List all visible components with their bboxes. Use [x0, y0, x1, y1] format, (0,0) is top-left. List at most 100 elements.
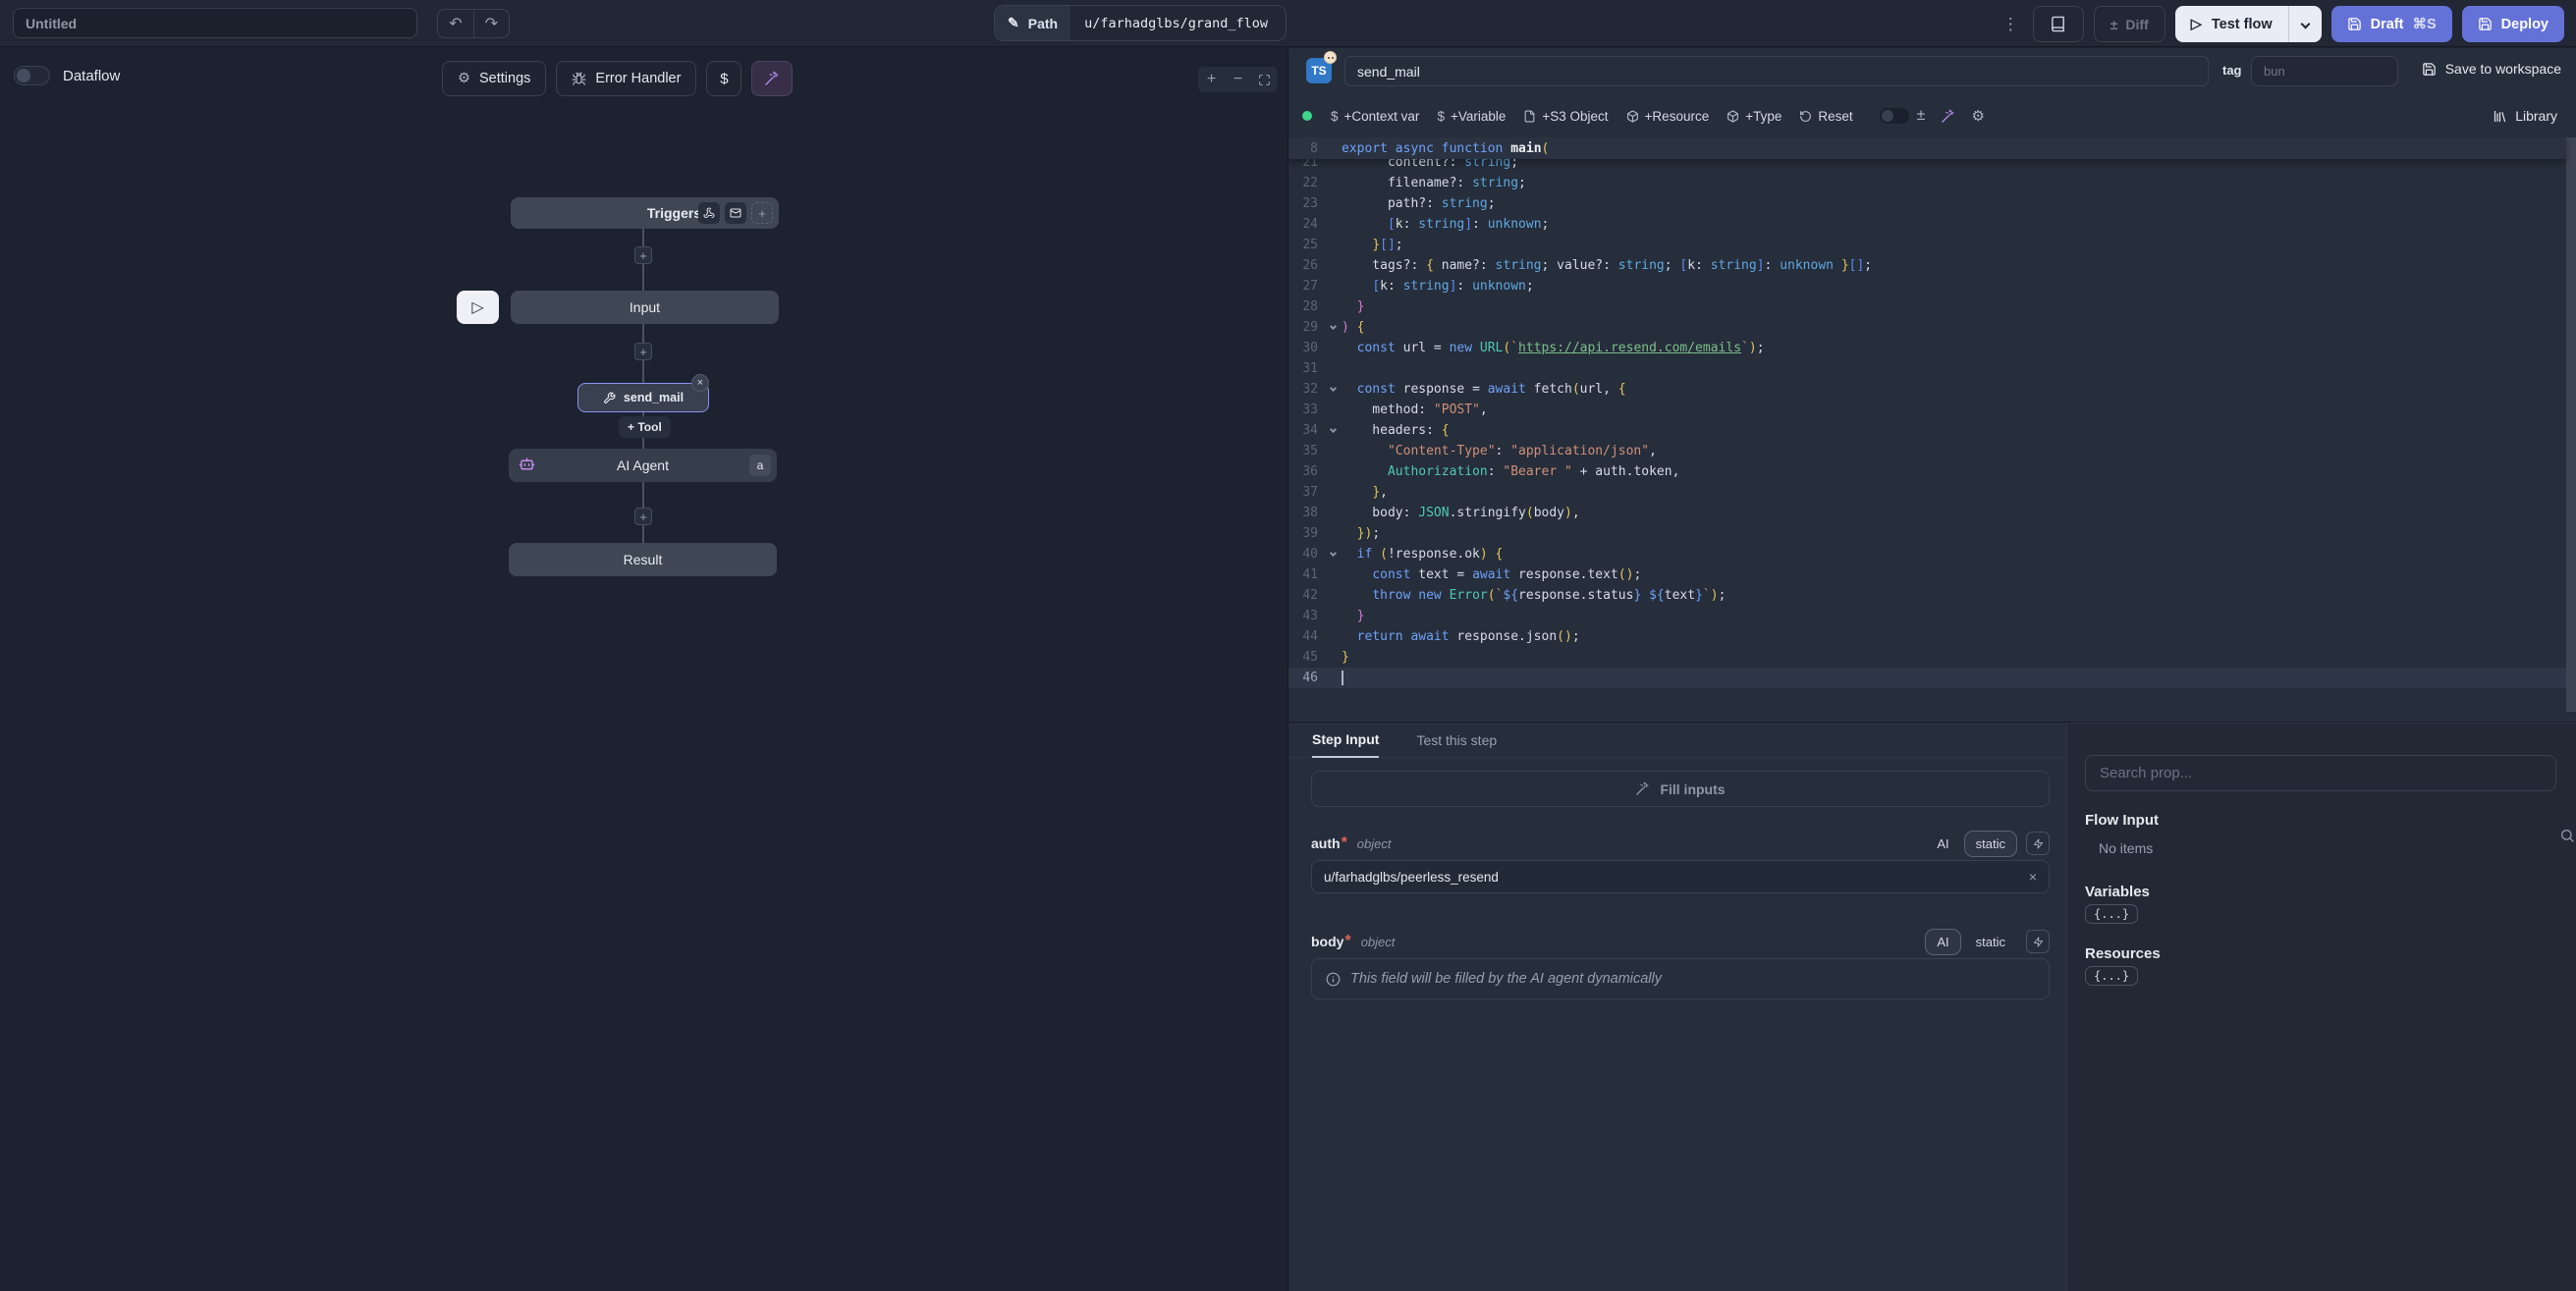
code-line-24[interactable]: 24 [k: string]: unknown; — [1288, 214, 2576, 235]
run-from-input-button[interactable]: ▷ — [457, 291, 499, 324]
connect-input-button[interactable] — [2026, 930, 2050, 953]
fold-chevron-icon[interactable] — [1329, 425, 1336, 432]
code-line-43[interactable]: 43 } — [1288, 606, 2576, 626]
add-trigger-button[interactable]: + — [751, 202, 773, 224]
code-line-30[interactable]: 30 const url = new URL(`https://api.rese… — [1288, 338, 2576, 358]
body-mode-static[interactable]: static — [1964, 929, 2017, 955]
fold-chevron-icon[interactable] — [1329, 384, 1336, 391]
code-line-27[interactable]: 27 [k: string]: unknown; — [1288, 276, 2576, 296]
flow-canvas[interactable]: Dataflow ⚙ Settings Error Handler $ + − … — [0, 48, 1287, 1291]
tab-test-this-step[interactable]: Test this step — [1416, 723, 1497, 758]
add-tool-label: + Tool — [628, 420, 662, 434]
sticky-scroll-line[interactable]: 8 export async function main( — [1288, 137, 2566, 159]
code-line-46[interactable]: 46 — [1288, 668, 2576, 688]
variables-chip[interactable]: {...} — [2085, 904, 2138, 924]
context-var-button[interactable]: $ — [706, 61, 741, 96]
insert-step-button[interactable]: + — [634, 343, 652, 360]
step-name-input[interactable] — [1344, 56, 2209, 86]
editor-setting-toggle[interactable] — [1880, 108, 1909, 124]
draft-button[interactable]: Draft ⌘S — [2331, 6, 2452, 42]
code-line-45[interactable]: 45} — [1288, 647, 2576, 668]
code-line-42[interactable]: 42 throw new Error(`${response.status} $… — [1288, 585, 2576, 606]
code-line-38[interactable]: 38 body: JSON.stringify(body), — [1288, 503, 2576, 523]
fill-inputs-button[interactable]: Fill inputs — [1311, 771, 2050, 807]
settings-button[interactable]: ⚙ Settings — [442, 61, 546, 96]
email-trigger-button[interactable] — [725, 202, 746, 224]
docs-button[interactable] — [2033, 6, 2084, 42]
code-line-28[interactable]: 28 } — [1288, 296, 2576, 317]
add-variable-button[interactable]: $+Variable — [1428, 103, 1514, 130]
zoom-in-button[interactable]: + — [1198, 67, 1225, 92]
clear-icon[interactable]: × — [2029, 869, 2037, 885]
code-line-39[interactable]: 39 }); — [1288, 523, 2576, 544]
fit-view-button[interactable] — [1251, 67, 1278, 92]
auth-mode-static[interactable]: static — [1964, 831, 2017, 857]
fold-chevron-icon[interactable] — [1329, 549, 1336, 556]
code-line-44[interactable]: 44 return await response.json(); — [1288, 626, 2576, 647]
ai-wand-button[interactable] — [751, 61, 793, 96]
auth-value-input[interactable]: u/farhadglbs/peerless_resend × — [1311, 860, 2050, 893]
auth-mode-ai[interactable]: AI — [1925, 831, 1960, 857]
code-line-35[interactable]: 35 "Content-Type": "application/json", — [1288, 441, 2576, 461]
add-type-button[interactable]: +Type — [1718, 103, 1790, 130]
code-line-25[interactable]: 25 }[]; — [1288, 235, 2576, 255]
undo-button[interactable]: ↶ — [437, 9, 473, 38]
library-icon — [2493, 109, 2507, 124]
add-resource-button[interactable]: +Resource — [1617, 103, 1719, 130]
code-line-34[interactable]: 34 headers: { — [1288, 420, 2576, 441]
insert-step-button[interactable]: + — [634, 246, 652, 264]
reset-icon — [1799, 110, 1812, 123]
path-chip[interactable]: ✎ Path u/farhadglbs/grand_flow — [994, 5, 1287, 41]
node-send-mail[interactable]: send_mail — [577, 383, 709, 412]
code-line-22[interactable]: 22 filename?: string; — [1288, 173, 2576, 193]
code-line-41[interactable]: 41 const text = await response.text(); — [1288, 565, 2576, 585]
code-line-36[interactable]: 36 Authorization: "Bearer " + auth.token… — [1288, 461, 2576, 482]
prop-search-input[interactable] — [2085, 755, 2556, 791]
add-context-var-button[interactable]: $+Context var — [1322, 103, 1428, 130]
code-line-31[interactable]: 31 — [1288, 358, 2576, 379]
deploy-button[interactable]: Deploy — [2462, 6, 2564, 42]
diff-icon[interactable]: ± — [1909, 101, 1934, 131]
node-result[interactable]: Result — [509, 543, 777, 576]
search-icon[interactable] — [2559, 828, 2575, 843]
bun-runtime-icon — [1324, 51, 1337, 64]
code-line-23[interactable]: 23 path?: string; — [1288, 193, 2576, 214]
node-triggers[interactable]: Triggers + — [511, 197, 779, 229]
add-tool-button[interactable]: + Tool — [619, 416, 671, 438]
zoom-out-button[interactable]: − — [1225, 67, 1251, 92]
code-line-40[interactable]: 40 if (!response.ok) { — [1288, 544, 2576, 565]
insert-step-button[interactable]: + — [634, 508, 652, 525]
node-input[interactable]: Input — [511, 291, 779, 324]
scrollbar-thumb[interactable] — [2566, 137, 2576, 712]
body-mode-ai[interactable]: AI — [1925, 929, 1960, 955]
code-line-32[interactable]: 32 const response = await fetch(url, { — [1288, 379, 2576, 400]
add-s3-object-button[interactable]: +S3 Object — [1514, 103, 1617, 130]
dataflow-toggle[interactable] — [14, 66, 50, 85]
flow-name-input[interactable] — [13, 8, 417, 38]
more-menu-icon[interactable]: ⋮ — [1999, 15, 2023, 34]
code-line-33[interactable]: 33 method: "POST", — [1288, 400, 2576, 420]
test-flow-button[interactable]: ▷ Test flow — [2175, 6, 2322, 42]
test-flow-dropdown[interactable] — [2288, 6, 2322, 42]
code-editor[interactable]: 20 attachments?: {21 content?: string;22… — [1288, 137, 2576, 723]
reset-button[interactable]: Reset — [1790, 103, 1861, 130]
redo-button[interactable]: ↷ — [473, 9, 510, 38]
ai-wand-icon[interactable] — [1933, 103, 1963, 130]
gear-icon[interactable]: ⚙ — [1963, 101, 1992, 131]
node-ai-agent[interactable]: AI Agent a — [509, 449, 777, 482]
tag-input[interactable] — [2251, 56, 2398, 86]
connect-input-button[interactable] — [2026, 832, 2050, 855]
resources-chip[interactable]: {...} — [2085, 966, 2138, 986]
remove-step-button[interactable]: × — [691, 374, 709, 392]
webhook-trigger-button[interactable] — [698, 202, 720, 224]
tab-step-input[interactable]: Step Input — [1312, 723, 1379, 758]
chevron-down-icon — [2300, 20, 2310, 29]
code-line-26[interactable]: 26 tags?: { name?: string; value?: strin… — [1288, 255, 2576, 276]
fold-chevron-icon[interactable] — [1329, 322, 1336, 329]
error-handler-button[interactable]: Error Handler — [556, 61, 696, 96]
code-line-37[interactable]: 37 }, — [1288, 482, 2576, 503]
save-to-workspace-button[interactable]: Save to workspace — [2422, 61, 2561, 77]
diff-button[interactable]: ± Diff — [2094, 6, 2165, 42]
library-button[interactable]: Library — [2493, 108, 2563, 124]
code-line-29[interactable]: 29) { — [1288, 317, 2576, 338]
